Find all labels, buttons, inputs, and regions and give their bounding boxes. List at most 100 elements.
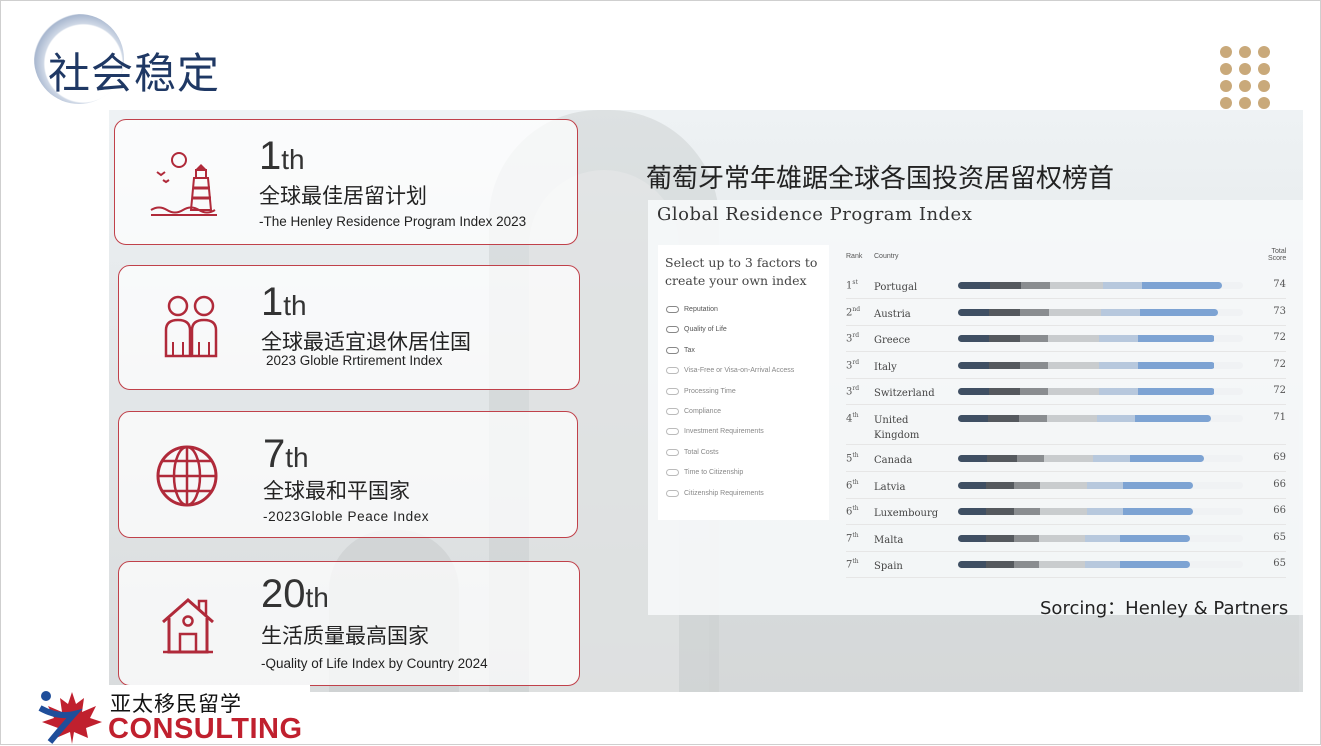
score-bar-segment <box>1014 481 1041 489</box>
row-country: Portugal <box>874 282 918 293</box>
factor-checkbox[interactable]: Compliance <box>666 408 721 415</box>
checkbox-icon[interactable] <box>666 408 679 415</box>
checkbox-icon[interactable] <box>666 428 679 436</box>
ranking-card: 1th 全球最适宜退休居住国 2023 Globle Rrtirement In… <box>118 265 580 390</box>
ranking-row: 3rd Switzerland 72 <box>846 378 1286 406</box>
score-bar-segment <box>1120 534 1190 542</box>
score-bar-track <box>958 361 1243 369</box>
score-bar-segment <box>1087 508 1123 516</box>
score-bar <box>958 508 1194 516</box>
score-bar-segment <box>1016 455 1044 462</box>
row-score: 71 <box>1273 412 1286 423</box>
factor-checkbox[interactable]: Citizenship Requirements <box>666 489 764 497</box>
score-bar-segment <box>1085 534 1121 542</box>
row-country: Italy <box>874 361 897 373</box>
score-bar-track <box>958 415 1243 422</box>
factor-checkbox[interactable]: Total Costs <box>666 448 719 456</box>
checkbox-icon[interactable] <box>666 387 679 395</box>
row-rank: 6th <box>846 478 859 491</box>
row-score: 73 <box>1273 305 1286 317</box>
row-rank: 3rd <box>846 332 860 345</box>
row-country: United Kingdom <box>874 415 920 441</box>
ranking-source-en: -2023Globle Peace Index <box>263 509 430 524</box>
factor-checkbox[interactable]: Quality of Life <box>666 326 727 334</box>
score-bar <box>958 388 1215 396</box>
factor-checkbox[interactable]: Time to Citizenship <box>666 469 743 477</box>
row-score: 72 <box>1273 385 1286 397</box>
score-bar-segment <box>958 361 989 369</box>
ranking-row: 6th Luxembourg 66 <box>846 498 1286 526</box>
score-bar-segment <box>1013 561 1040 569</box>
score-bar-segment <box>958 481 987 489</box>
score-bar-track <box>958 561 1243 569</box>
ranking-row: 2nd Austria 73 <box>846 299 1286 326</box>
score-bar-segment <box>989 282 1022 289</box>
score-bar-segment <box>1040 481 1088 489</box>
score-bar-segment <box>958 308 990 316</box>
factor-checkbox[interactable]: Reputation <box>666 306 718 313</box>
score-bar <box>958 481 1194 489</box>
score-bar-segment <box>1135 415 1211 422</box>
score-bar-segment <box>958 508 987 516</box>
score-bar-segment <box>958 335 989 343</box>
checkbox-icon[interactable] <box>666 306 679 313</box>
score-bar-segment <box>1021 282 1051 289</box>
score-bar-segment <box>1142 282 1222 289</box>
ranking-row: 3rd Greece 72 <box>846 325 1286 353</box>
score-bar-segment <box>1137 335 1215 343</box>
checkbox-icon[interactable] <box>666 489 679 497</box>
ranking-row: 7th Spain 65 <box>846 551 1286 579</box>
score-bar-track <box>958 508 1243 516</box>
page-title: 社会稳定 <box>48 49 221 98</box>
score-bar-segment <box>985 534 1014 542</box>
row-score: 74 <box>1273 279 1286 290</box>
score-bar-segment <box>1040 508 1088 516</box>
score-bar-segment <box>989 308 1021 316</box>
ranking-row: 3rd Italy 72 <box>846 352 1286 379</box>
score-bar-segment <box>1099 335 1138 343</box>
score-bar-segment <box>1047 388 1100 396</box>
factor-label: Visa-Free or Visa-on-Arrival Access <box>684 367 795 375</box>
row-country: Spain <box>874 561 903 573</box>
score-bar-segment <box>988 388 1020 396</box>
score-bar-segment <box>1085 561 1121 569</box>
score-bar-segment <box>1018 415 1047 422</box>
score-bar-segment <box>1039 561 1086 569</box>
score-bar-segment <box>1019 335 1048 343</box>
checkbox-icon[interactable] <box>666 346 679 354</box>
rank-column-header: Rank <box>846 253 863 260</box>
score-bar-segment <box>1014 508 1041 516</box>
score-bar-segment <box>958 388 989 396</box>
checkbox-icon[interactable] <box>666 326 679 334</box>
source-caption: Sorcing：Henley & Partners <box>1040 598 1289 619</box>
ranking-row: 4th United Kingdom 71 <box>846 405 1286 445</box>
row-score: 65 <box>1273 558 1286 570</box>
score-bar-segment <box>1140 308 1219 316</box>
factor-checkbox[interactable]: Tax <box>666 346 695 354</box>
score-bar-segment <box>1019 361 1048 369</box>
factor-label: Quality of Life <box>684 326 727 334</box>
factor-checkbox[interactable]: Visa-Free or Visa-on-Arrival Access <box>666 367 795 375</box>
row-rank: 7th <box>846 531 859 545</box>
checkbox-icon[interactable] <box>666 469 679 477</box>
rank-value: 1th <box>261 280 307 324</box>
checkbox-icon[interactable] <box>666 448 679 456</box>
checkbox-icon[interactable] <box>666 367 679 375</box>
rank-value: 7th <box>263 432 309 476</box>
score-bar-segment <box>986 481 1015 489</box>
factor-label: Reputation <box>684 306 718 313</box>
score-bar <box>958 308 1219 316</box>
score-bar-track <box>958 282 1243 289</box>
score-bar-segment <box>1093 455 1131 462</box>
score-bar-segment <box>988 415 1019 422</box>
score-bar-track <box>958 335 1243 343</box>
score-bar-segment <box>1046 415 1098 422</box>
row-country: Switzerland <box>874 388 935 400</box>
score-bar-segment <box>1102 282 1143 289</box>
score-bar-segment <box>1087 481 1123 489</box>
factor-checkbox[interactable]: Processing Time <box>666 387 736 395</box>
index-title: Global Residence Program Index <box>657 204 973 225</box>
score-bar <box>958 455 1204 462</box>
logo-text-en: CONSULTING <box>108 713 303 745</box>
factor-checkbox[interactable]: Investment Requirements <box>666 428 764 436</box>
